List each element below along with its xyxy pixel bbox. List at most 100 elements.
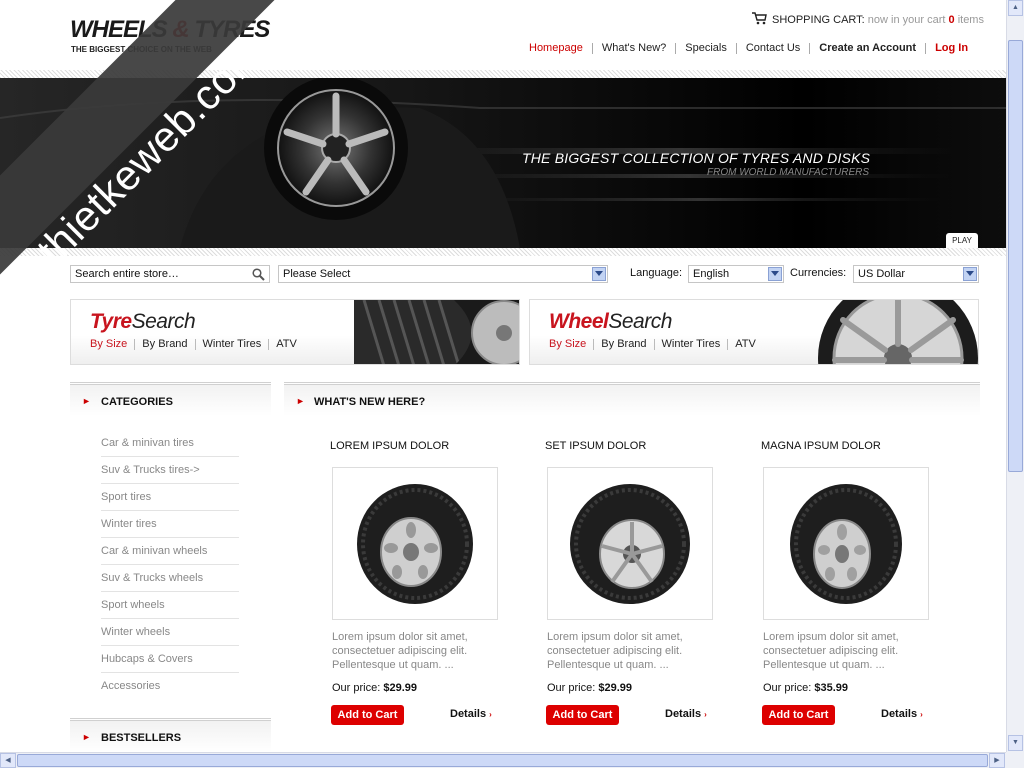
tyre-search-panel: TyreSearch By Size By Brand Winter Tires AT… xyxy=(70,299,520,365)
category-link[interactable]: Sport wheels xyxy=(101,592,239,619)
nav-homepage[interactable]: Homepage xyxy=(520,43,592,54)
add-to-cart-button[interactable]: Add to Cart xyxy=(331,705,404,725)
banner-title: THE BIGGEST COLLECTION OF TYRES AND DISK… xyxy=(522,150,871,166)
horizontal-scrollbar[interactable]: ◀ ▶ xyxy=(0,752,1006,768)
nav-specials[interactable]: Specials xyxy=(675,43,736,54)
category-link[interactable]: Car & minivan tires xyxy=(101,430,239,457)
wheel-search-title: WheelSearch xyxy=(549,310,672,333)
currency-select-value: US Dollar xyxy=(858,268,906,280)
category-link[interactable]: Winter wheels xyxy=(101,619,239,646)
tyre-by-size-link[interactable]: By Size xyxy=(90,339,134,350)
banner-subtitle: FROM WORLD MANUFACTURERS xyxy=(707,167,870,178)
vertical-scrollbar[interactable]: ▲ ▼ xyxy=(1006,0,1024,752)
add-to-cart-button[interactable]: Add to Cart xyxy=(762,705,835,725)
scroll-right-arrow-icon[interactable]: ▶ xyxy=(989,753,1005,768)
product-price: Our price: $35.99 xyxy=(763,682,849,694)
nav-create-account[interactable]: Create an Account xyxy=(809,43,925,54)
product-name[interactable]: MAGNA IPSUM DOLOR xyxy=(761,440,933,452)
tyre-winter-link[interactable]: Winter Tires xyxy=(194,339,269,350)
scroll-left-arrow-icon[interactable]: ◀ xyxy=(0,753,16,768)
details-link[interactable]: Details › xyxy=(450,708,492,720)
bullet-arrow-icon: ► xyxy=(82,396,91,406)
cart-count: 0 xyxy=(948,14,955,26)
tyre-by-brand-link[interactable]: By Brand xyxy=(134,339,194,350)
wheel-by-size-link[interactable]: By Size xyxy=(549,339,593,350)
language-select[interactable]: English xyxy=(688,265,784,283)
dropdown-arrow-icon[interactable] xyxy=(768,267,782,281)
product-description: Lorem ipsum dolor sit amet, consectetuer… xyxy=(763,631,899,671)
dropdown-arrow-icon[interactable] xyxy=(592,267,606,281)
product-image[interactable] xyxy=(332,467,498,620)
vertical-scroll-thumb[interactable] xyxy=(1008,40,1023,472)
language-select-value: English xyxy=(693,268,730,280)
product-card: LOREM IPSUM DOLOR Lorem ipsum dolor sit … xyxy=(330,440,502,725)
shopping-cart-summary[interactable]: SHOPPING CART: now in your cart 0 items xyxy=(752,12,984,26)
tyre-search-links: By Size By Brand Winter Tires ATV xyxy=(90,338,304,350)
currency-select[interactable]: US Dollar xyxy=(853,265,979,283)
product-card: MAGNA IPSUM DOLOR Lorem ipsum dolor sit … xyxy=(761,440,933,725)
tyre-image xyxy=(570,484,690,604)
wheel-winter-link[interactable]: Winter Tires xyxy=(653,339,728,350)
details-link[interactable]: Details › xyxy=(665,708,707,720)
product-description: Lorem ipsum dolor sit amet, consectetuer… xyxy=(547,631,683,671)
tyre-image xyxy=(790,484,902,604)
product-image[interactable] xyxy=(763,467,929,620)
whats-new-header: ► WHAT'S NEW HERE? xyxy=(284,382,980,416)
search-input[interactable]: Search entire store… xyxy=(70,265,270,283)
cart-icon xyxy=(752,12,767,25)
play-button[interactable]: PLAY xyxy=(946,233,978,248)
nav-contact-us[interactable]: Contact Us xyxy=(735,43,809,54)
banner-divider xyxy=(0,248,1006,256)
add-to-cart-button[interactable]: Add to Cart xyxy=(546,705,619,725)
whats-new-title: WHAT'S NEW HERE? xyxy=(314,396,426,408)
wheel-search-panel: WheelSearch By Size By Brand Winter Tires A… xyxy=(529,299,979,365)
tyre-image xyxy=(357,484,473,604)
wheel-search-links: By Size By Brand Winter Tires ATV xyxy=(549,338,763,350)
category-select[interactable]: Please Select xyxy=(278,265,608,283)
category-link[interactable]: Suv & Trucks wheels xyxy=(101,565,239,592)
category-link[interactable]: Sport tires xyxy=(101,484,239,511)
search-icon[interactable] xyxy=(252,268,265,281)
language-label: Language: xyxy=(630,267,682,279)
product-price: Our price: $29.99 xyxy=(332,682,418,694)
search-placeholder: Search entire store… xyxy=(75,268,179,280)
wheel-by-brand-link[interactable]: By Brand xyxy=(593,339,653,350)
bestsellers-title: BESTSELLERS xyxy=(101,732,182,744)
category-select-value: Please Select xyxy=(283,268,351,280)
tyre-atv-link[interactable]: ATV xyxy=(268,339,304,350)
bullet-arrow-icon: ► xyxy=(82,732,91,742)
categories-title: CATEGORIES xyxy=(101,396,173,408)
product-price: Our price: $29.99 xyxy=(547,682,633,694)
bullet-arrow-icon: ► xyxy=(296,396,305,406)
scroll-down-arrow-icon[interactable]: ▼ xyxy=(1008,735,1023,751)
currency-label: Currencies: xyxy=(790,267,847,279)
category-link[interactable]: Suv & Trucks tires-> xyxy=(101,457,239,484)
product-card: SET IPSUM DOLOR Lorem ipsum dolor sit am… xyxy=(545,440,717,725)
cart-label: SHOPPING CART: xyxy=(772,14,865,26)
dropdown-arrow-icon[interactable] xyxy=(963,267,977,281)
scroll-up-arrow-icon[interactable]: ▲ xyxy=(1008,0,1023,16)
category-link[interactable]: Winter tires xyxy=(101,511,239,538)
top-navigation: Homepage What's New? Specials Contact Us Cre… xyxy=(520,42,977,54)
chevron-right-icon: › xyxy=(920,710,923,719)
product-name[interactable]: SET IPSUM DOLOR xyxy=(545,440,717,452)
product-image[interactable] xyxy=(547,467,713,620)
category-link[interactable]: Hubcaps & Covers xyxy=(101,646,239,673)
tyre-tread-image xyxy=(354,300,519,364)
cart-prefix: now in your cart xyxy=(867,14,946,26)
chevron-right-icon: › xyxy=(489,710,492,719)
category-link[interactable]: Accessories xyxy=(101,673,239,700)
product-name[interactable]: LOREM IPSUM DOLOR xyxy=(330,440,502,452)
details-link[interactable]: Details › xyxy=(881,708,923,720)
tyre-search-title: TyreSearch xyxy=(90,310,196,333)
nav-log-in[interactable]: Log In xyxy=(925,43,977,54)
product-description: Lorem ipsum dolor sit amet, consectetuer… xyxy=(332,631,468,671)
cart-suffix: items xyxy=(957,14,984,26)
bestsellers-header: ► BESTSELLERS xyxy=(70,718,271,752)
category-list: Car & minivan tires Suv & Trucks tires->… xyxy=(101,430,239,700)
wheel-atv-link[interactable]: ATV xyxy=(727,339,763,350)
scrollbar-corner xyxy=(1006,752,1024,768)
horizontal-scroll-thumb[interactable] xyxy=(17,754,988,767)
category-link[interactable]: Car & minivan wheels xyxy=(101,538,239,565)
nav-whats-new[interactable]: What's New? xyxy=(591,43,675,54)
